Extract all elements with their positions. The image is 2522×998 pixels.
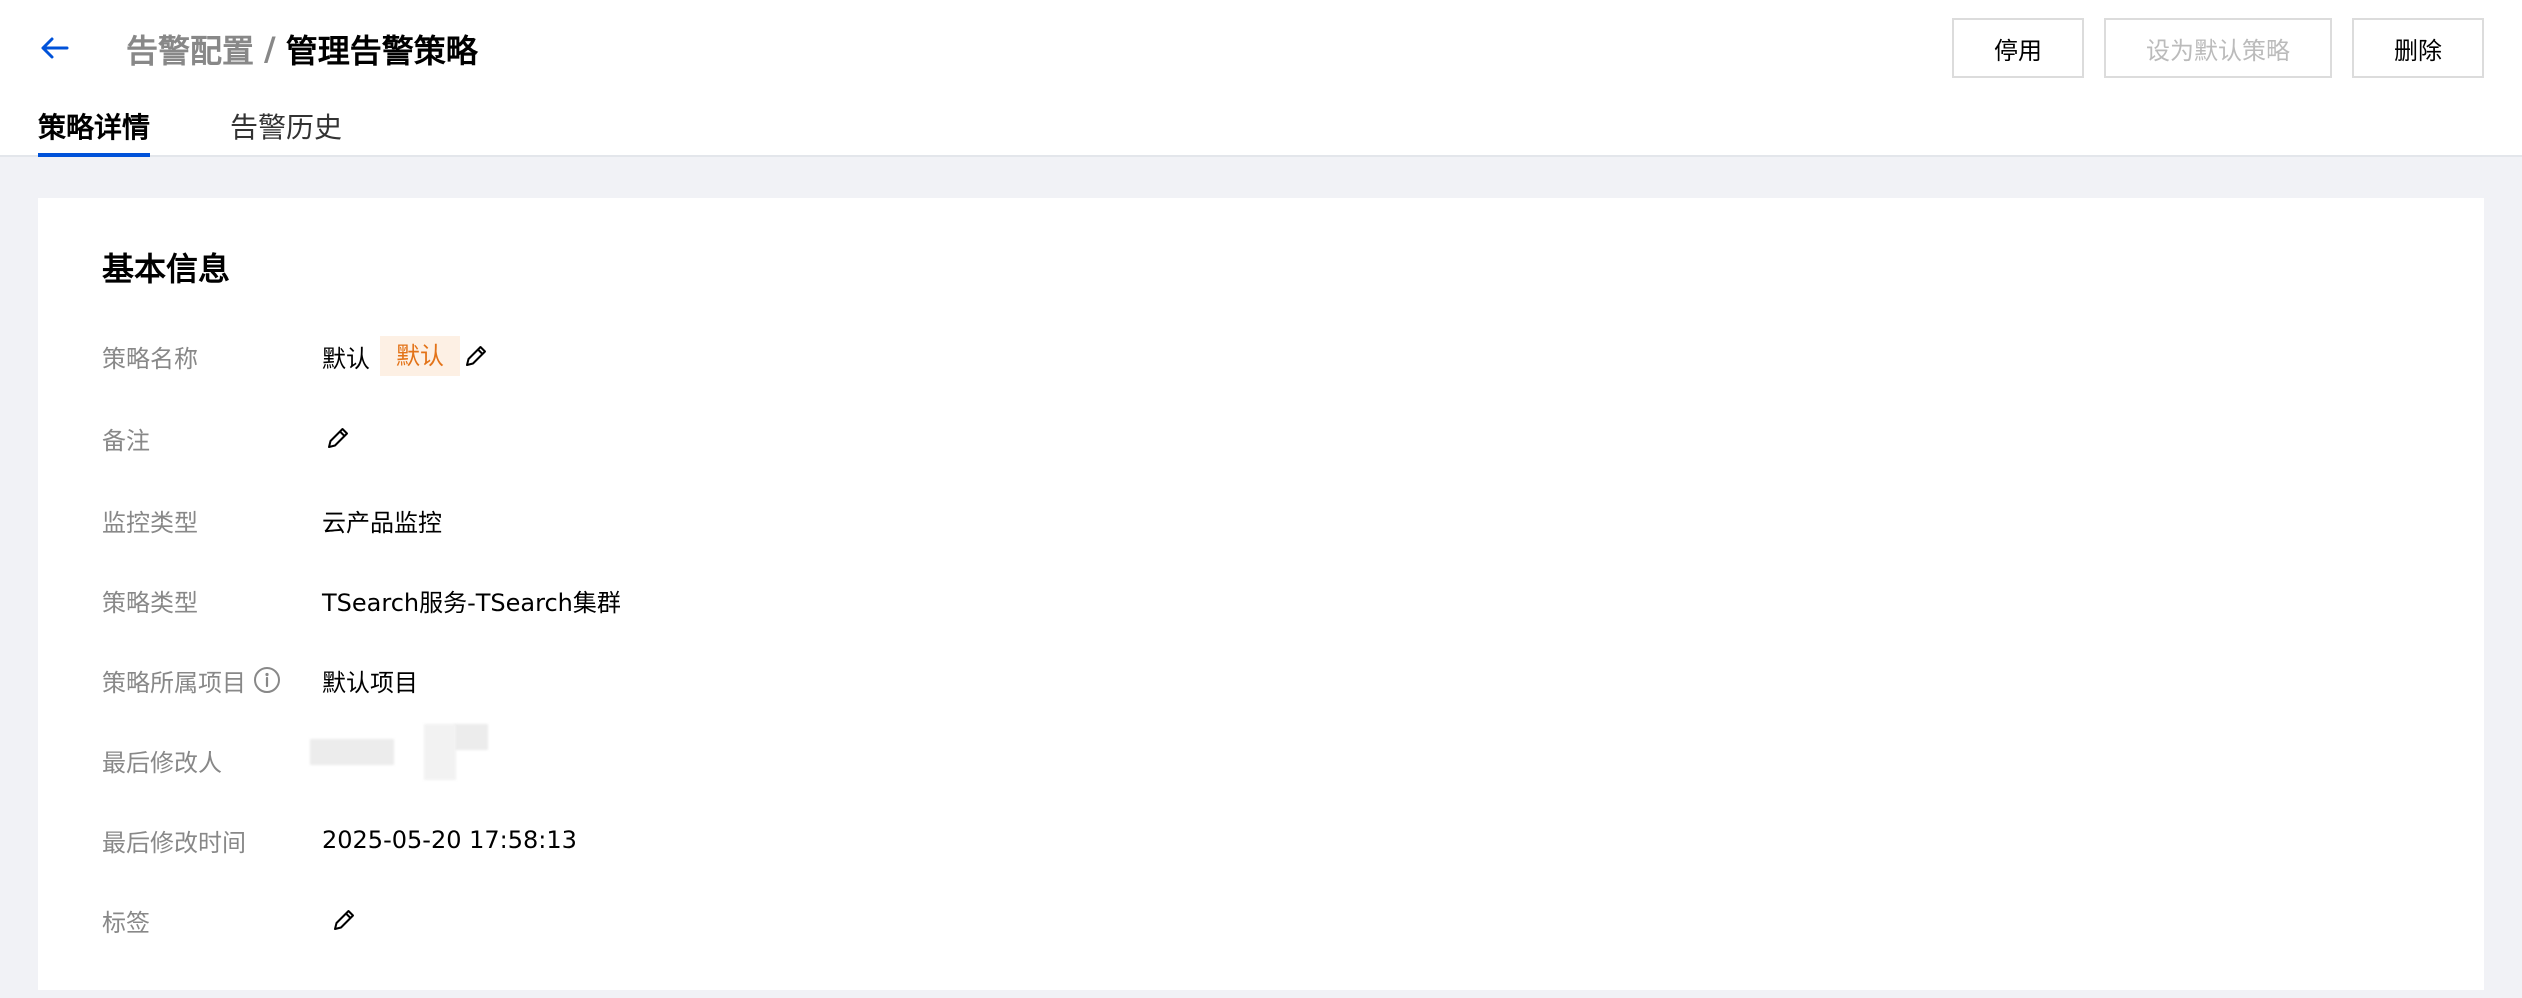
default-badge: 默认 (380, 336, 460, 376)
field-value (322, 422, 354, 454)
tab-label: 策略详情 (38, 111, 151, 144)
page-title: 管理告警策略 (285, 32, 478, 70)
tab-alarm-history[interactable]: 告警历史 (230, 104, 342, 157)
field-value: 默认 默认 (322, 336, 492, 376)
arrow-left-icon (41, 37, 69, 59)
field-value: 2025-05-20 17:58:13 (322, 826, 577, 854)
field-label: 策略名称 (102, 344, 198, 373)
field-value: TSearch服务-TSearch集群 (322, 588, 621, 617)
field-value: 云产品监控 (322, 508, 442, 537)
breadcrumb: 告警配置 / 管理告警策略 (126, 24, 478, 74)
field-value (328, 904, 360, 936)
field-value: 默认项目 (322, 668, 418, 697)
field-label: 标签 (102, 908, 150, 937)
pencil-icon[interactable] (322, 422, 354, 454)
redacted-block (424, 724, 488, 780)
field-label: 最后修改时间 (102, 828, 246, 857)
set-default-policy-button[interactable]: 设为默认策略 (2104, 18, 2332, 78)
field-label: 最后修改人 (102, 748, 222, 777)
disable-button[interactable]: 停用 (1952, 18, 2084, 78)
section-title: 基本信息 (102, 250, 231, 288)
field-label: 备注 (102, 426, 150, 455)
policy-name-value: 默认 (322, 344, 370, 373)
redacted-block (310, 739, 394, 765)
field-label: 策略所属项目 (102, 668, 246, 697)
tab-label: 告警历史 (230, 111, 343, 144)
page-header: 告警配置 / 管理告警策略 停用 设为默认策略 删除 策略详情 告警历史 (0, 0, 2522, 157)
back-button[interactable] (34, 30, 74, 66)
delete-button[interactable]: 删除 (2352, 18, 2484, 78)
pencil-icon[interactable] (460, 340, 492, 372)
field-label: 策略类型 (102, 588, 198, 617)
field-label-wrapper: 策略所属项目 (102, 663, 282, 698)
breadcrumb-parent-link[interactable]: 告警配置 (126, 26, 254, 72)
active-tab-indicator (38, 153, 150, 157)
basic-info-card: 基本信息 策略名称 默认 默认 备注 监控类型 云产品监控 策略类型 TSear… (38, 198, 2484, 990)
pencil-icon[interactable] (328, 904, 360, 936)
redacted-modifier (310, 724, 488, 780)
breadcrumb-separator: / (264, 30, 276, 68)
info-circle-icon[interactable] (252, 665, 282, 695)
tab-policy-details[interactable]: 策略详情 (38, 104, 150, 157)
field-label: 监控类型 (102, 508, 198, 537)
